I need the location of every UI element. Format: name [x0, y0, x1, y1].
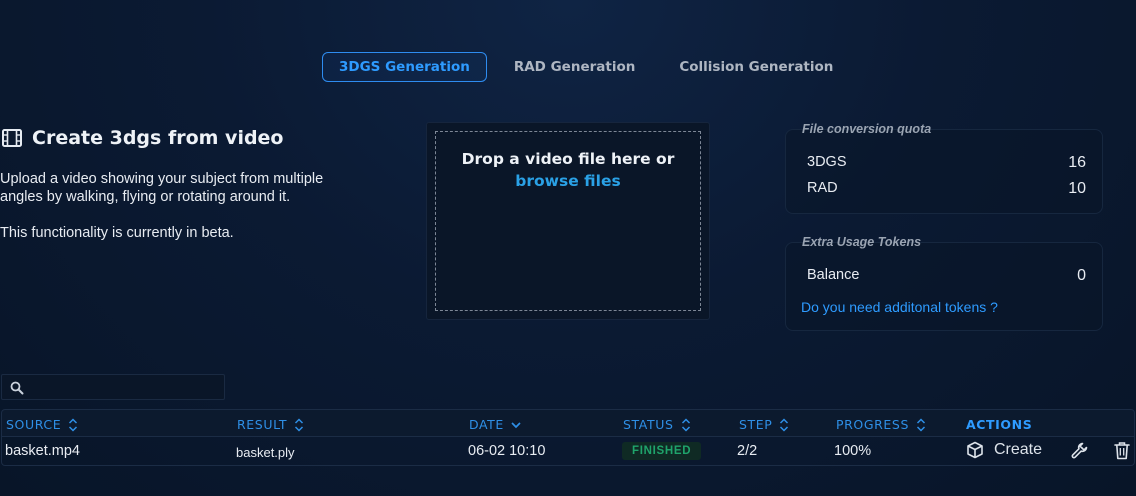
column-header-result[interactable]: RESULT: [237, 417, 304, 432]
wrench-icon[interactable]: [1071, 442, 1088, 459]
cell-step: 2/2: [737, 443, 758, 459]
tab-collision-generation[interactable]: Collision Generation: [662, 52, 850, 82]
cell-date: 06-02 10:10: [468, 443, 546, 459]
dropzone-prompt: Drop a video file here or: [461, 150, 675, 168]
search-box: [1, 374, 225, 400]
cell-source: basket.mp4: [5, 443, 80, 459]
extra-usage-tokens-card: Extra Usage Tokens Balance 0 Do you need…: [785, 235, 1103, 331]
column-label: PROGRESS: [836, 417, 910, 432]
column-label: STATUS: [623, 417, 674, 432]
column-header-actions: ACTIONS: [966, 417, 1032, 432]
film-icon: [2, 129, 22, 147]
column-label: DATE: [469, 417, 504, 432]
video-dropzone[interactable]: Drop a video file here or browse files: [435, 131, 701, 311]
page-title: Create 3dgs from video: [0, 124, 360, 152]
file-conversion-quota-card: File conversion quota 3DGS 16 RAD 10: [785, 122, 1103, 214]
quota-row-rad: RAD 10: [807, 180, 1086, 198]
tab-rad-generation[interactable]: RAD Generation: [497, 52, 653, 82]
column-header-source[interactable]: SOURCE: [6, 417, 78, 432]
trash-icon[interactable]: [1114, 441, 1130, 460]
cell-progress: 100%: [834, 443, 872, 459]
table-header: SOURCE RESULT DATE STATUS STEP PROGRESS …: [1, 409, 1135, 437]
tab-3dgs-generation[interactable]: 3DGS Generation: [322, 52, 487, 82]
table-row: basket.mp4 basket.ply 06-02 10:10 FINISH…: [1, 437, 1135, 466]
sort-desc-icon: [511, 421, 521, 428]
generation-tabs: 3DGS Generation RAD Generation Collision…: [322, 52, 860, 82]
sort-icon: [780, 417, 789, 432]
create-button[interactable]: Create: [966, 441, 1042, 459]
column-header-status[interactable]: STATUS: [623, 417, 691, 432]
quota-value: 16: [1068, 154, 1086, 171]
quota-value: 10: [1068, 180, 1086, 197]
create-label: Create: [994, 441, 1043, 458]
column-header-progress[interactable]: PROGRESS: [836, 417, 926, 432]
search-icon: [10, 381, 24, 395]
status-badge: FINISHED: [622, 442, 702, 460]
sort-icon: [295, 417, 304, 432]
beta-note: This functionality is currently in beta.: [0, 225, 234, 241]
upload-panel: Drop a video file here or browse files: [426, 122, 710, 320]
page-title-text: Create 3dgs from video: [32, 127, 284, 149]
quota-legend: File conversion quota: [802, 122, 932, 136]
browse-files-link[interactable]: browse files: [436, 172, 700, 190]
intro-section: Create 3dgs from video Upload a video sh…: [0, 124, 360, 242]
column-label: ACTIONS: [966, 417, 1033, 432]
search-input[interactable]: [28, 377, 220, 397]
sort-icon: [69, 417, 78, 432]
intro-description: Upload a video showing your subject from…: [0, 171, 324, 205]
column-label: SOURCE: [6, 417, 62, 432]
balance-row: Balance 0: [807, 267, 1086, 285]
quota-label: 3DGS: [807, 154, 847, 170]
quota-label: RAD: [807, 180, 838, 196]
quota-row-3dgs: 3DGS 16: [807, 154, 1086, 172]
tokens-legend: Extra Usage Tokens: [802, 235, 922, 249]
column-header-date[interactable]: DATE: [469, 417, 521, 432]
column-label: STEP: [739, 417, 773, 432]
sort-icon: [681, 417, 690, 432]
balance-value: 0: [1077, 267, 1086, 284]
additional-tokens-link[interactable]: Do you need additonal tokens ?: [801, 299, 998, 315]
cube-icon: [967, 441, 983, 459]
sort-icon: [916, 417, 926, 432]
cell-result: basket.ply: [236, 445, 295, 460]
balance-label: Balance: [807, 267, 860, 283]
column-label: RESULT: [237, 417, 288, 432]
jobs-table: SOURCE RESULT DATE STATUS STEP PROGRESS …: [1, 409, 1135, 466]
column-header-step[interactable]: STEP: [739, 417, 789, 432]
